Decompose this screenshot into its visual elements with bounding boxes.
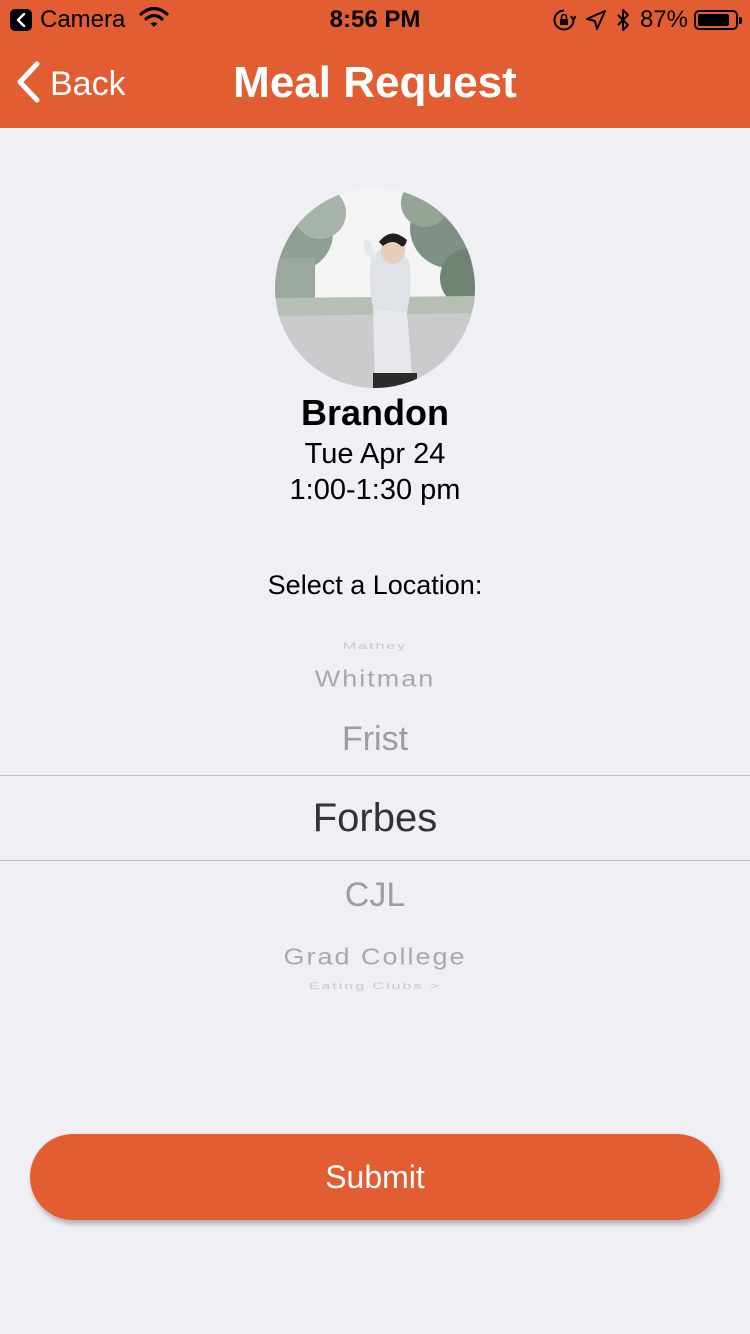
back-label: Back xyxy=(50,64,126,103)
meal-request-screen: Camera 8:56 PM 87% Back Meal Request Bra… xyxy=(0,0,750,1334)
header: Camera 8:56 PM 87% Back Meal Request xyxy=(0,0,750,128)
picker-option-selected[interactable]: Forbes xyxy=(0,796,750,841)
avatar xyxy=(275,188,475,388)
battery-icon xyxy=(694,10,742,30)
meal-time: 1:00-1:30 pm xyxy=(289,474,461,506)
chevron-left-icon xyxy=(16,61,40,108)
meal-date: Tue Apr 24 xyxy=(304,438,446,470)
submit-button[interactable]: Submit xyxy=(30,1134,720,1220)
picker-option-cjl[interactable]: CJL xyxy=(0,876,750,915)
orientation-lock-icon xyxy=(552,8,576,32)
battery-cap xyxy=(739,17,742,24)
picker-option-grad-college[interactable]: Grad College xyxy=(0,944,750,970)
status-bar: Camera 8:56 PM 87% xyxy=(0,0,750,40)
profile-name: Brandon xyxy=(301,392,449,433)
picker-selection-bottom-line xyxy=(0,860,750,861)
picker-option-whitman[interactable]: Whitman xyxy=(0,666,750,692)
location-arrow-icon xyxy=(585,10,606,30)
back-button[interactable]: Back xyxy=(16,60,126,108)
battery-percent: 87% xyxy=(639,6,688,33)
nav-bar: Back Meal Request xyxy=(0,40,750,128)
status-right: 87% xyxy=(542,6,742,34)
picker-option-eating-clubs[interactable]: Eating Clubs > xyxy=(0,982,750,992)
location-picker[interactable]: Mathey Whitman Frist Forbes CJL Grad Col… xyxy=(0,630,750,1000)
location-label: Select a Location: xyxy=(267,570,483,600)
picker-selection-top-line xyxy=(0,775,750,776)
picker-option-frist[interactable]: Frist xyxy=(0,720,750,759)
bluetooth-icon xyxy=(616,8,630,32)
picker-option-mathey[interactable]: Mathey xyxy=(0,642,750,652)
battery-fill xyxy=(698,14,730,26)
